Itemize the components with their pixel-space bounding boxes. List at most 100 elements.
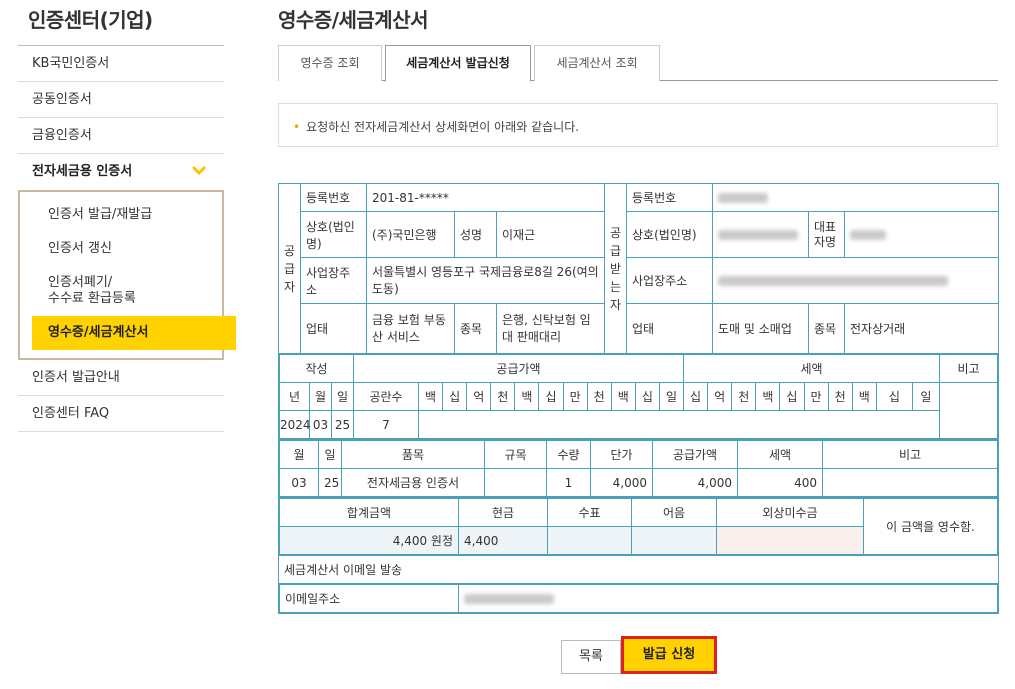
supplier-biztype-value: 금융 보험 부동산 서비스: [366, 303, 455, 354]
digit-label: 십: [442, 382, 468, 411]
sidebar-sub-revoke-line2: 수수료 환급등록: [48, 291, 136, 306]
digit-label: 백: [851, 382, 877, 411]
item-supply-value: 4,000: [652, 468, 738, 497]
digit-label: 십: [779, 382, 805, 411]
email-value: [457, 584, 999, 613]
sidebar-item-faq[interactable]: 인증센터 FAQ: [18, 396, 224, 432]
sidebar-sub-renew[interactable]: 인증서 갱신: [20, 232, 222, 266]
sidebar-sub-revoke[interactable]: 인증서폐기/ 수수료 환급등록: [20, 266, 222, 316]
notice-box: • 요청하신 전자세금계산서 상세화면이 아래와 같습니다.: [278, 103, 998, 147]
sidebar-item-etax-cert[interactable]: 전자세금용 인증서: [18, 154, 224, 190]
receiver-regno-label: 등록번호: [626, 183, 713, 212]
item-unit-price-label: 단가: [590, 440, 653, 469]
receiver-rep-label: 대표자명: [808, 211, 845, 258]
digit-label: 십: [683, 382, 709, 411]
total-label: 합계금액: [279, 498, 459, 527]
blank-count-value: 7: [353, 410, 419, 439]
digit-label: 백: [755, 382, 781, 411]
supplier-name-value: 이재근: [496, 211, 605, 258]
tab-tax-invoice-request[interactable]: 세금계산서 발급신청: [385, 45, 531, 82]
month-label: 월: [309, 382, 332, 411]
amount-table: 작성 공급가액 세액 비고 년 월 일 공란수 백 십 억 천 백 십 만 천 …: [279, 354, 999, 439]
notice-text: 요청하신 전자세금계산서 상세화면이 아래와 같습니다.: [306, 120, 580, 134]
email-section-label: 세금계산서 이메일 발송: [277, 555, 1000, 584]
month-value: 03: [309, 410, 332, 439]
receiver-label: 공급받는자: [604, 183, 627, 354]
day-label: 일: [331, 382, 354, 411]
digit-label: 천: [490, 382, 516, 411]
tab-tax-invoice-inquiry[interactable]: 세금계산서 조회: [534, 45, 660, 81]
sidebar-title: 인증센터(기업): [28, 8, 153, 32]
total-value: 4,400 원정: [279, 526, 459, 555]
check-label: 수표: [547, 498, 632, 527]
tab-bar: 영수증 조회 세금계산서 발급신청 세금계산서 조회: [278, 45, 998, 82]
item-note-value: [821, 468, 999, 497]
item-unit-price-value: 4,000: [590, 468, 653, 497]
item-qty-label: 수량: [546, 440, 591, 469]
page-title: 영수증/세금계산서: [278, 8, 429, 32]
receiver-company-value: [712, 211, 809, 258]
sidebar-item-guide[interactable]: 인증서 발급안내: [18, 360, 224, 396]
supplier-address-label: 사업장주소: [300, 257, 367, 304]
digit-label: 백: [417, 382, 444, 411]
blank-count-label: 공란수: [353, 382, 419, 411]
supplier-bizitem-label: 종목: [454, 303, 497, 354]
supplier-address-value: 서울특별시 영등포구 국제금융로8길 26(여의도동): [366, 257, 605, 304]
sidebar-sub-issue[interactable]: 인증서 발급/재발급: [20, 198, 222, 232]
email-label: 이메일주소: [279, 584, 459, 613]
digit-label: 천: [827, 382, 853, 411]
receiver-address-value: [711, 257, 1000, 304]
sidebar-sub-revoke-line1: 인증서폐기/: [48, 275, 113, 290]
item-tax-label: 세액: [737, 440, 823, 469]
sidebar-item-etax-label: 전자세금용 인증서: [32, 164, 133, 179]
amount-digits-row: [417, 410, 941, 439]
email-table: 이메일주소: [279, 584, 999, 613]
digit-label: 십: [875, 382, 913, 411]
credit-value: [716, 526, 864, 555]
sidebar-item-kb-cert[interactable]: KB국민인증서: [18, 46, 224, 82]
chevron-down-icon: [192, 166, 206, 176]
item-day-label: 일: [318, 440, 342, 469]
item-day-value: 25: [318, 468, 342, 497]
cash-value: 4,400: [458, 526, 548, 555]
sidebar-sub-receipt[interactable]: 영수증/세금계산서: [32, 316, 236, 350]
list-button[interactable]: 목록: [561, 640, 621, 674]
supplier-regno-label: 등록번호: [300, 183, 367, 212]
year-value: 2024: [279, 410, 311, 439]
supplier-company-value: (주)국민은행: [366, 211, 455, 258]
note-header: 비고: [939, 354, 999, 383]
item-note-label: 비고: [821, 440, 999, 469]
digit-label: 억: [707, 382, 733, 411]
bill-label: 어음: [631, 498, 717, 527]
digit-label: 만: [562, 382, 588, 411]
item-table: 월 일 품목 규목 수량 단가 공급가액 세액 비고 03 25 전자세금용 인…: [279, 440, 999, 497]
receiver-regno-value: [711, 183, 1000, 212]
digit-label: 천: [586, 382, 612, 411]
receiver-company-label: 상호(법인명): [626, 211, 713, 258]
item-supply-label: 공급가액: [652, 440, 738, 469]
credit-label: 외상미수금: [716, 498, 864, 527]
sidebar-item-finance-cert[interactable]: 금융인증서: [18, 118, 224, 154]
digit-label: 십: [538, 382, 564, 411]
written-label: 작성: [279, 354, 354, 383]
supplier-label: 공급자: [278, 183, 301, 354]
sidebar-item-joint-cert[interactable]: 공동인증서: [18, 82, 224, 118]
item-spec-label: 규목: [484, 440, 547, 469]
supplier-bizitem-value: 은행, 신탁보험 임대 판매대리: [496, 303, 605, 354]
item-name-label: 품목: [341, 440, 485, 469]
apply-button[interactable]: 발급 신청: [621, 636, 717, 674]
digit-label: 만: [803, 382, 829, 411]
supply-amount-header: 공급가액: [352, 354, 685, 383]
cash-label: 현금: [458, 498, 548, 527]
digit-label: 십: [634, 382, 660, 411]
item-tax-value: 400: [737, 468, 823, 497]
note-cell: [939, 382, 999, 439]
sidebar-menu: KB국민인증서 공동인증서 금융인증서 전자세금용 인증서 인증서 발급/재발급…: [18, 45, 236, 432]
supplier-company-label: 상호(법인명): [300, 211, 367, 258]
supplier-biztype-label: 업태: [300, 303, 367, 354]
item-month-label: 월: [279, 440, 319, 469]
tab-receipt-inquiry[interactable]: 영수증 조회: [278, 45, 382, 81]
item-name-value: 전자세금용 인증서: [341, 468, 485, 497]
bill-value: [631, 526, 717, 555]
receiver-bizitem-label: 종목: [808, 303, 845, 354]
